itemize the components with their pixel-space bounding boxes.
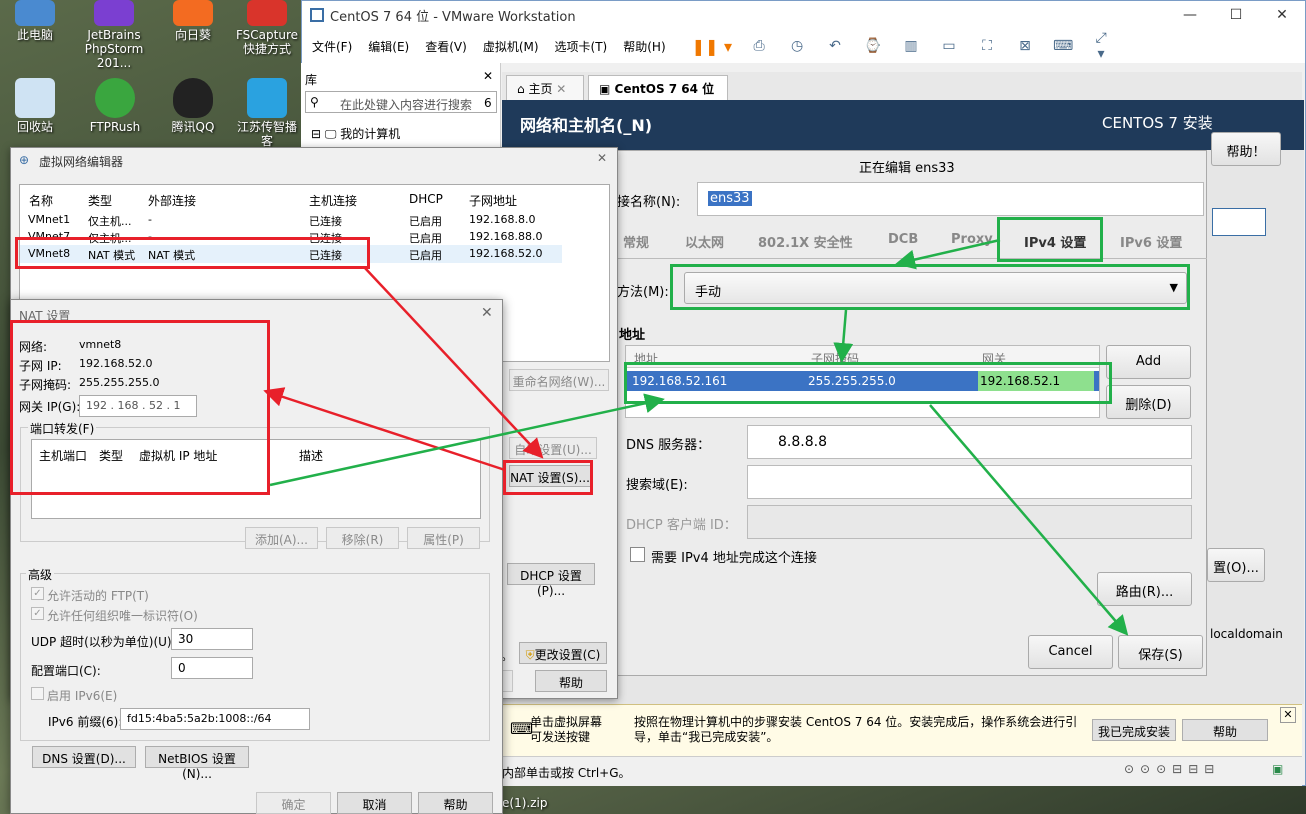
red-arrow-vmnet8-to-nat (364, 267, 544, 459)
annotation-arrows (263, 238, 1129, 636)
green-arrow-address-to-save (929, 404, 1129, 636)
green-arrow-ipv4-to-method (895, 238, 1001, 270)
red-arrow-nat-button-to-info (263, 387, 506, 472)
green-arrow-method-to-address (833, 309, 854, 363)
